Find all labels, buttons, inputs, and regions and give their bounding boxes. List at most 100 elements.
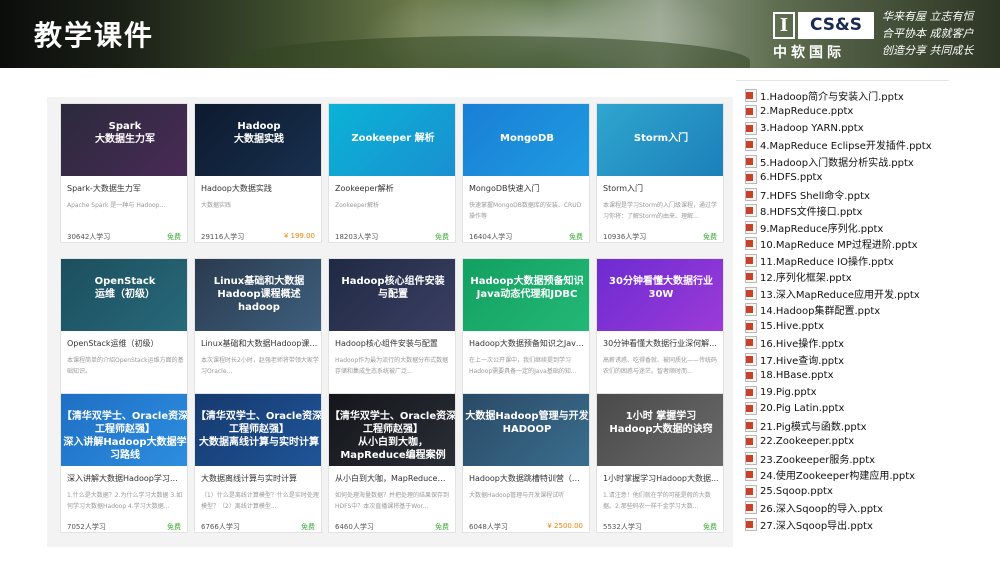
file-name[interactable]: 10.MapReduce MP过程进阶.pptx	[760, 236, 918, 251]
course-thumbnail[interactable]: Storm入门	[597, 104, 723, 176]
course-thumbnail[interactable]: 【清华双学士、Oracle资深工程师赵强】 大数据离线计算与实时计算	[195, 394, 321, 466]
file-item[interactable]: 13.深入MapReduce应用开发.pptx	[745, 285, 955, 302]
file-name[interactable]: 15.Hive.pptx	[760, 321, 824, 332]
course-title[interactable]: Hadoop大数据实践	[201, 183, 319, 194]
course-title[interactable]: Linux基础和大数据Hadoop课程...	[201, 338, 319, 349]
file-name[interactable]: 8.HDFS文件接口.pptx	[760, 203, 862, 218]
file-name[interactable]: 25.Sqoop.pptx	[760, 486, 833, 497]
file-item[interactable]: 14.Hadoop集群配置.pptx	[745, 302, 955, 319]
course-thumbnail[interactable]: Hadoop核心组件安装 与配置	[329, 259, 455, 331]
file-name[interactable]: 27.深入Sqoop导出.pptx	[760, 517, 873, 532]
file-name[interactable]: 23.Zookeeper服务.pptx	[760, 451, 875, 466]
course-title[interactable]: Hadoop大数据跳槽特训营（报...	[469, 473, 587, 484]
course-thumbnail[interactable]: Hadoop 大数据实践	[195, 104, 321, 176]
file-name[interactable]: 1.Hadoop简介与安装入门.pptx	[760, 88, 904, 103]
file-item[interactable]: 10.MapReduce MP过程进阶.pptx	[745, 236, 955, 253]
file-name[interactable]: 21.Pig模式与函数.pptx	[760, 418, 867, 433]
file-item[interactable]: 15.Hive.pptx	[745, 318, 955, 335]
course-card[interactable]: 30分钟看懂大数据行业 30W 30分钟看懂大数据行业深何解... 高薪诱惑、吃得香…	[596, 258, 724, 398]
file-name[interactable]: 20.Pig Latin.pptx	[760, 403, 844, 414]
course-thumbnail[interactable]: 【清华双学士、Oracle资深工程师赵强】 从小白到大咖，MapReduce编程…	[329, 394, 455, 466]
course-title[interactable]: Zookeeper解析	[335, 183, 453, 194]
file-item[interactable]: 16.Hive操作.pptx	[745, 335, 955, 352]
file-name[interactable]: 14.Hadoop集群配置.pptx	[760, 302, 880, 317]
file-item[interactable]: 7.HDFS Shell命令.pptx	[745, 186, 955, 203]
file-name[interactable]: 9.MapReduce序列化.pptx	[760, 220, 883, 235]
file-item[interactable]: 9.MapReduce序列化.pptx	[745, 219, 955, 236]
course-thumbnail[interactable]: Hadoop大数据预备知识 Java动态代理和JDBC	[463, 259, 589, 331]
course-title[interactable]: Spark-大数据生力军	[67, 183, 185, 194]
course-card[interactable]: OpenStack 运维（初级） OpenStack运维（初级） 本课程简单的介绍O…	[60, 258, 188, 398]
file-item[interactable]: 11.MapReduce IO操作.pptx	[745, 252, 955, 269]
course-title[interactable]: Storm入门	[603, 183, 721, 194]
file-item[interactable]: 19.Pig.pptx	[745, 384, 955, 401]
course-thumbnail[interactable]: Zookeeper 解析	[329, 104, 455, 176]
file-name[interactable]: 17.Hive查询.pptx	[760, 352, 844, 367]
file-item[interactable]: 20.Pig Latin.pptx	[745, 401, 955, 418]
file-item[interactable]: 26.深入Sqoop的导入.pptx	[745, 500, 955, 517]
file-name[interactable]: 18.HBase.pptx	[760, 370, 834, 381]
file-name[interactable]: 11.MapReduce IO操作.pptx	[760, 253, 894, 268]
file-item[interactable]: 18.HBase.pptx	[745, 368, 955, 385]
file-name[interactable]: 19.Pig.pptx	[760, 387, 817, 398]
file-name[interactable]: 5.Hadoop入门数据分析实战.pptx	[760, 154, 914, 169]
course-card[interactable]: Storm入门 Storm入门 本课程是学习Storm的入门级课程，通过学习你将：了…	[596, 103, 724, 243]
course-card[interactable]: MongoDB MongoDB快速入门 快速掌握MongoDB数据库的安装、CRUD…	[462, 103, 590, 243]
file-item[interactable]: 17.Hive查询.pptx	[745, 351, 955, 368]
file-name[interactable]: 22.Zookeeper.pptx	[760, 436, 854, 447]
course-thumbnail[interactable]: OpenStack 运维（初级）	[61, 259, 187, 331]
course-card[interactable]: Spark 大数据生力军 Spark-大数据生力军 Apache Spark 是一种…	[60, 103, 188, 243]
course-thumbnail[interactable]: 大数据Hadoop管理与开发 HADOOP	[463, 394, 589, 466]
thumbnail-caption: OpenStack 运维（初级）	[94, 276, 156, 300]
course-card[interactable]: Hadoop 大数据实践 Hadoop大数据实践 大数据实践 29116人学习 ¥ 19…	[194, 103, 322, 243]
course-thumbnail[interactable]: MongoDB	[463, 104, 589, 176]
file-item[interactable]: 8.HDFS文件接口.pptx	[745, 203, 955, 220]
file-name[interactable]: 24.使用Zookeeper构建应用.pptx	[760, 467, 915, 482]
file-item[interactable]: 25.Sqoop.pptx	[745, 483, 955, 500]
course-title[interactable]: 1小时掌握学习Hadoop大数据...	[603, 473, 721, 484]
file-item[interactable]: 27.深入Sqoop导出.pptx	[745, 516, 955, 533]
course-card[interactable]: Linux基础和大数据Hadoop课程概述 hadoop Linux基础和大数据H…	[194, 258, 322, 398]
file-name[interactable]: 6.HDFS.pptx	[760, 172, 822, 183]
course-title[interactable]: 大数据离线计算与实时计算	[201, 473, 319, 484]
file-name[interactable]: 16.Hive操作.pptx	[760, 335, 844, 350]
course-card[interactable]: 1小时 掌握学习 Hadoop大数据的诀窍 1小时掌握学习Hadoop大数据...…	[596, 393, 724, 533]
file-item[interactable]: 4.MapReduce Eclipse开发插件.pptx	[745, 137, 955, 154]
file-name[interactable]: 4.MapReduce Eclipse开发插件.pptx	[760, 137, 932, 152]
file-item[interactable]: 2.MapReduce.pptx	[745, 104, 955, 121]
file-item[interactable]: 5.Hadoop入门数据分析实战.pptx	[745, 153, 955, 170]
course-title[interactable]: 从小白到大咖，MapReduce编...	[335, 473, 453, 484]
course-card[interactable]: 【清华双学士、Oracle资深工程师赵强】 从小白到大咖，MapReduce编程…	[328, 393, 456, 533]
file-name[interactable]: 13.深入MapReduce应用开发.pptx	[760, 286, 920, 301]
course-card[interactable]: 【清华双学士、Oracle资深工程师赵强】 深入讲解Hadoop大数据学习路线深…	[60, 393, 188, 533]
course-thumbnail[interactable]: Linux基础和大数据Hadoop课程概述 hadoop	[195, 259, 321, 331]
file-item[interactable]: 22.Zookeeper.pptx	[745, 434, 955, 451]
file-item[interactable]: 24.使用Zookeeper构建应用.pptx	[745, 467, 955, 484]
file-item[interactable]: 12.序列化框架.pptx	[745, 269, 955, 286]
course-card[interactable]: Hadoop核心组件安装 与配置 Hadoop核心组件安装与配置 Hadoop作为最…	[328, 258, 456, 398]
course-title[interactable]: 30分钟看懂大数据行业深何解...	[603, 338, 721, 349]
course-card[interactable]: Hadoop大数据预备知识 Java动态代理和JDBC Hadoop大数据预备知识…	[462, 258, 590, 398]
course-card[interactable]: Zookeeper 解析 Zookeeper解析 Zookeeper解析 18203人…	[328, 103, 456, 243]
course-thumbnail[interactable]: 1小时 掌握学习 Hadoop大数据的诀窍	[597, 394, 723, 466]
course-title[interactable]: OpenStack运维（初级）	[67, 338, 185, 349]
file-name[interactable]: 3.Hadoop YARN.pptx	[760, 123, 864, 134]
course-title[interactable]: Hadoop核心组件安装与配置	[335, 338, 453, 349]
file-item[interactable]: 1.Hadoop简介与安装入门.pptx	[745, 87, 955, 104]
file-item[interactable]: 6.HDFS.pptx	[745, 170, 955, 187]
file-item[interactable]: 21.Pig模式与函数.pptx	[745, 417, 955, 434]
course-title[interactable]: MongoDB快速入门	[469, 183, 587, 194]
course-card[interactable]: 【清华双学士、Oracle资深工程师赵强】 大数据离线计算与实时计算大数据离线计…	[194, 393, 322, 533]
course-title[interactable]: Hadoop大数据预备知识之Java...	[469, 338, 587, 349]
file-name[interactable]: 7.HDFS Shell命令.pptx	[760, 187, 870, 202]
course-card[interactable]: 大数据Hadoop管理与开发 HADOOP Hadoop大数据跳槽特训营（报...…	[462, 393, 590, 533]
file-name[interactable]: 26.深入Sqoop的导入.pptx	[760, 500, 883, 515]
file-item[interactable]: 3.Hadoop YARN.pptx	[745, 120, 955, 137]
course-thumbnail[interactable]: Spark 大数据生力军	[61, 104, 187, 176]
course-thumbnail[interactable]: 【清华双学士、Oracle资深工程师赵强】 深入讲解Hadoop大数据学习路线	[61, 394, 187, 466]
course-title[interactable]: 深入讲解大数据Hadoop学习路线	[67, 473, 185, 484]
course-thumbnail[interactable]: 30分钟看懂大数据行业 30W	[597, 259, 723, 331]
file-name[interactable]: 2.MapReduce.pptx	[760, 106, 853, 117]
file-name[interactable]: 12.序列化框架.pptx	[760, 269, 852, 284]
file-item[interactable]: 23.Zookeeper服务.pptx	[745, 450, 955, 467]
